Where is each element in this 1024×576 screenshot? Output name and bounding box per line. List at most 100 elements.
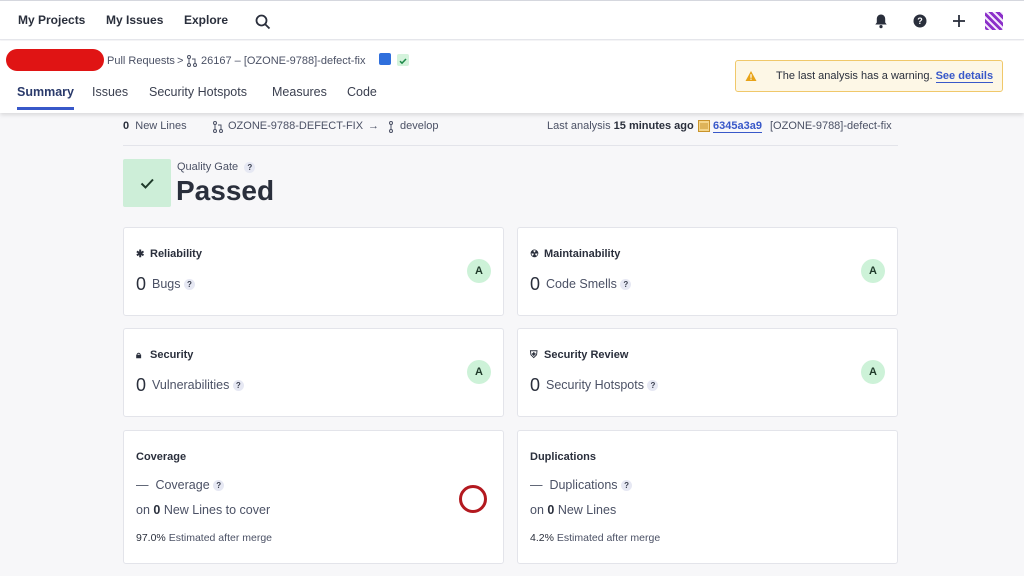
pull-request-icon bbox=[187, 55, 197, 67]
tab-measures[interactable]: Measures bbox=[272, 85, 327, 107]
coverage-estimate-value: 97.0% bbox=[136, 532, 166, 544]
coverage-label: Coverage bbox=[155, 478, 210, 492]
analysis-warning-banner: The last analysis has a warning. See det… bbox=[735, 60, 1003, 92]
coverage-value: — bbox=[136, 478, 149, 492]
bugs-metric[interactable]: 0 Bugs ? bbox=[136, 274, 195, 295]
duplications-card: Duplications — Duplications ? on 0 New L… bbox=[517, 430, 898, 564]
warning-text-wrap: The last analysis has a warning. See det… bbox=[776, 70, 994, 83]
breadcrumb-pull-requests[interactable]: Pull Requests bbox=[107, 55, 175, 67]
coverage-on: on bbox=[136, 503, 150, 517]
breadcrumb-separator: > bbox=[177, 55, 184, 67]
duplications-metric[interactable]: — Duplications ? bbox=[530, 478, 633, 492]
code-smells-metric[interactable]: 0 Code Smells ? bbox=[530, 274, 632, 295]
reliability-rating[interactable]: A bbox=[467, 259, 491, 283]
security-review-title-text: Security Review bbox=[544, 349, 629, 361]
quality-gate-status: Passed bbox=[176, 175, 275, 206]
reliability-title: ✱ Reliability bbox=[136, 248, 202, 260]
lock-icon: 🔒︎ bbox=[136, 350, 142, 361]
security-review-title: ⛨ Security Review bbox=[530, 349, 628, 361]
nav-explore[interactable]: Explore bbox=[184, 13, 228, 27]
duplications-lines-count: 0 bbox=[547, 503, 555, 517]
tab-security-hotspots[interactable]: Security Hotspots bbox=[149, 85, 247, 107]
divider bbox=[123, 145, 898, 146]
duplications-estimate: 4.2% Estimated after merge bbox=[530, 532, 660, 544]
see-details-link[interactable]: See details bbox=[935, 70, 994, 83]
quality-gate-label-text: Quality Gate bbox=[177, 161, 239, 173]
help-icon[interactable]: ? bbox=[911, 12, 929, 30]
coverage-lines-to-cover[interactable]: on 0 New Lines to cover bbox=[136, 503, 270, 517]
plus-icon[interactable] bbox=[950, 12, 968, 30]
duplications-estimate-label: Estimated after merge bbox=[556, 532, 661, 544]
top-navigation: My Projects My Issues Explore ? bbox=[0, 0, 1024, 40]
code-smells-count[interactable]: 0 bbox=[530, 274, 540, 294]
coverage-lines-count: 0 bbox=[153, 503, 161, 517]
shield-icon: ⛨ bbox=[530, 350, 538, 361]
svg-text:?: ? bbox=[917, 16, 923, 26]
security-title: 🔒︎ Security bbox=[136, 349, 193, 361]
coverage-estimate: 97.0% Estimated after merge bbox=[136, 532, 272, 544]
duplications-value: — bbox=[530, 478, 543, 492]
duplications-lines-label: New Lines bbox=[557, 503, 617, 517]
commit-hash-link[interactable]: 6345a3a9 bbox=[713, 120, 762, 133]
bell-icon[interactable] bbox=[872, 12, 890, 30]
warning-icon bbox=[745, 71, 757, 81]
passed-check-icon bbox=[397, 54, 409, 66]
tab-code[interactable]: Code bbox=[347, 85, 377, 107]
security-review-rating[interactable]: A bbox=[861, 360, 885, 384]
coverage-title: Coverage bbox=[136, 451, 187, 463]
last-analysis: Last analysis 15 minutes ago bbox=[547, 120, 694, 132]
branch-icon bbox=[389, 121, 393, 133]
quality-gate-status-box bbox=[123, 159, 171, 207]
vulnerabilities-metric[interactable]: 0 Vulnerabilities ? bbox=[136, 375, 244, 396]
commit-icon bbox=[698, 120, 710, 132]
bitbucket-icon[interactable] bbox=[379, 53, 391, 65]
duplications-on: on bbox=[530, 503, 544, 517]
security-hotspots-metric[interactable]: 0 Security Hotspots ? bbox=[530, 375, 659, 396]
reliability-title-text: Reliability bbox=[150, 248, 202, 260]
security-hotspots-label: Security Hotspots bbox=[546, 378, 644, 392]
help-icon[interactable]: ? bbox=[621, 480, 633, 492]
source-branch: OZONE-9788-DEFECT-FIX bbox=[228, 120, 364, 132]
new-lines-info: 0 New Lines bbox=[123, 120, 187, 132]
pull-request-title: 26167 – [OZONE-9788]-defect-fix bbox=[201, 55, 366, 67]
help-icon[interactable]: ? bbox=[647, 380, 659, 392]
coverage-lines-label: New Lines to cover bbox=[163, 503, 271, 517]
last-analysis-label: Last analysis bbox=[547, 120, 611, 132]
security-hotspots-count[interactable]: 0 bbox=[530, 375, 540, 395]
duplications-estimate-value: 4.2% bbox=[530, 532, 554, 544]
warning-text: The last analysis has a warning. bbox=[776, 70, 933, 82]
tab-summary[interactable]: Summary bbox=[17, 85, 74, 110]
help-icon[interactable]: ? bbox=[620, 279, 632, 291]
duplications-new-lines[interactable]: on 0 New Lines bbox=[530, 503, 616, 517]
commit-message: [OZONE-9788]-defect-fix bbox=[770, 120, 892, 132]
search-icon[interactable] bbox=[254, 13, 272, 31]
coverage-estimate-label: Estimated after merge bbox=[168, 532, 272, 544]
maintainability-rating[interactable]: A bbox=[861, 259, 885, 283]
pull-request-icon bbox=[213, 121, 223, 133]
nav-my-projects[interactable]: My Projects bbox=[18, 13, 85, 27]
duplications-label: Duplications bbox=[549, 478, 618, 492]
branch-arrow: → bbox=[368, 120, 379, 132]
maintainability-icon: ☢ bbox=[530, 249, 539, 260]
nav-my-issues[interactable]: My Issues bbox=[106, 13, 163, 27]
checkmark-icon bbox=[140, 178, 154, 189]
coverage-indicator-icon bbox=[459, 485, 487, 513]
help-icon[interactable]: ? bbox=[213, 480, 225, 492]
vulnerabilities-count[interactable]: 0 bbox=[136, 375, 146, 395]
help-icon[interactable]: ? bbox=[244, 161, 256, 173]
tab-issues[interactable]: Issues bbox=[92, 85, 128, 107]
help-icon[interactable]: ? bbox=[184, 279, 195, 291]
target-branch: develop bbox=[400, 120, 439, 132]
bugs-count[interactable]: 0 bbox=[136, 274, 146, 294]
coverage-metric[interactable]: — Coverage ? bbox=[136, 478, 225, 492]
bug-icon: ✱ bbox=[136, 249, 145, 260]
security-rating[interactable]: A bbox=[467, 360, 491, 384]
redacted-project-name bbox=[6, 49, 104, 71]
new-lines-label: New Lines bbox=[135, 120, 187, 132]
last-analysis-time: 15 minutes ago bbox=[613, 120, 694, 132]
reliability-card: ✱ Reliability 0 Bugs ? A bbox=[123, 227, 504, 316]
user-avatar[interactable] bbox=[985, 12, 1003, 30]
help-icon[interactable]: ? bbox=[232, 380, 244, 392]
vulnerabilities-label: Vulnerabilities bbox=[152, 378, 230, 392]
coverage-card: Coverage — Coverage ? on 0 New Lines to … bbox=[123, 430, 504, 564]
